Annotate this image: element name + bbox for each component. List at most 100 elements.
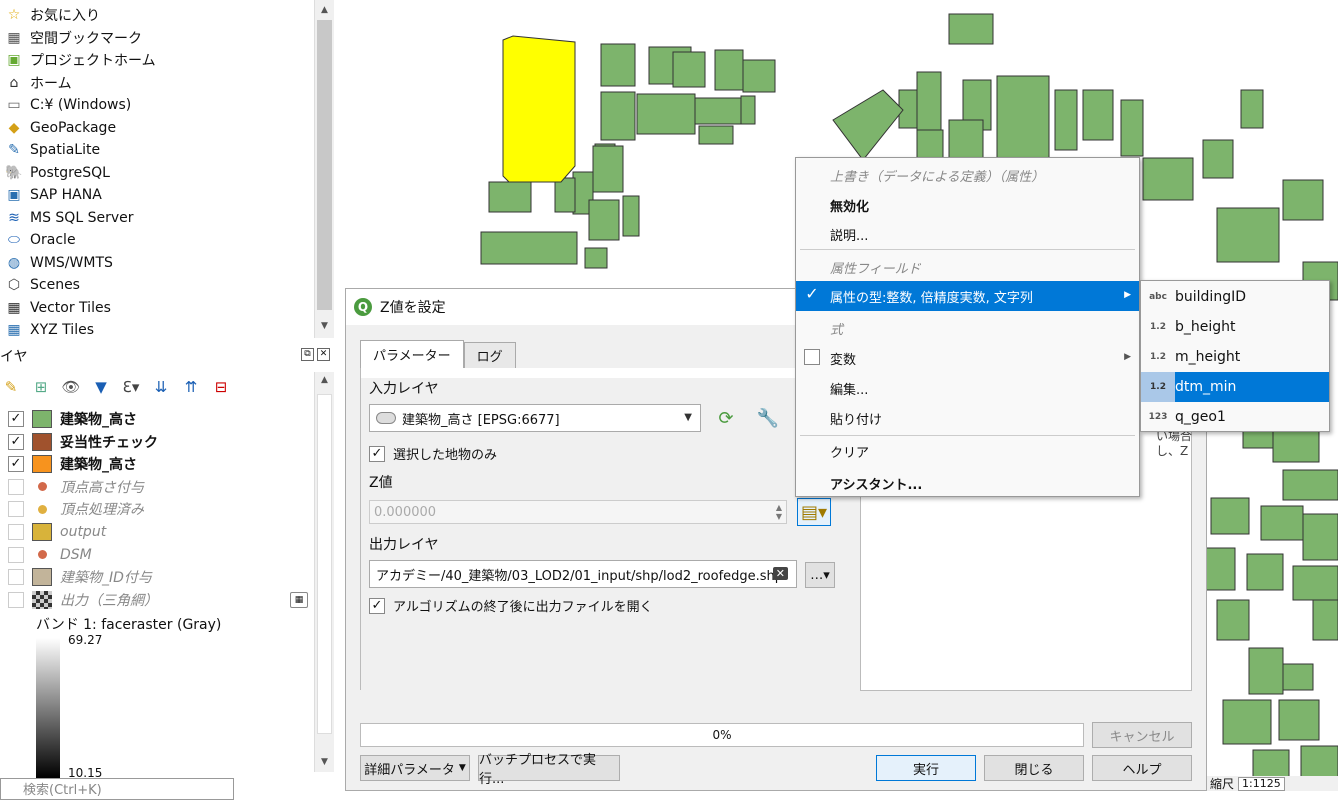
eye-icon[interactable]: 👁 <box>60 376 82 398</box>
layer-row[interactable]: 出力（三角網） <box>8 589 158 611</box>
layer-row[interactable]: ✓ 建築物_高さ <box>8 453 137 475</box>
browser-item[interactable]: ⬭ Oracle <box>4 229 76 251</box>
scroll-thumb[interactable] <box>317 394 332 734</box>
layer-row[interactable]: output <box>8 521 106 543</box>
menu-item-description[interactable]: 説明... <box>796 219 1139 249</box>
browse-button[interactable]: …▾ <box>805 562 835 588</box>
scroll-thumb[interactable] <box>317 20 332 310</box>
run-button[interactable]: 実行 <box>876 755 976 781</box>
browser-item[interactable]: ▣ SAP HANA <box>4 184 101 206</box>
batch-process-button[interactable]: バッチプロセスで実行... <box>478 753 620 787</box>
field-item[interactable]: 1.2 b_height <box>1141 312 1329 342</box>
spin-arrows-icon[interactable]: ▲ ▼ <box>776 503 782 521</box>
tab-log[interactable]: ログ <box>463 342 516 368</box>
scale-input[interactable]: 1:1125 <box>1238 776 1285 791</box>
scroll-down-arrow-icon[interactable]: ▼ <box>315 318 334 334</box>
remove-layer-icon[interactable]: ⊟ <box>210 376 232 398</box>
browser-item[interactable]: 🐘 PostgreSQL <box>4 162 110 184</box>
layer-visibility-checkbox[interactable]: ✓ <box>8 411 24 427</box>
field-item[interactable]: 1.2 dtm_min <box>1141 372 1329 402</box>
open-output-row[interactable]: ✓ アルゴリズムの終了後に出力ファイルを開く <box>369 596 653 615</box>
browser-scrollbar[interactable]: ▲ ▼ <box>314 0 334 338</box>
menu-item-assistant[interactable]: アシスタント... <box>796 468 1139 498</box>
locator-search-input[interactable]: 検索(Ctrl+K) <box>0 778 234 800</box>
browser-item[interactable]: ⌂ ホーム <box>4 72 72 94</box>
filter-icon[interactable]: ▼ <box>90 376 112 398</box>
menu-item-variable[interactable]: 変数 ▶ <box>796 343 1139 373</box>
collapse-all-icon[interactable]: ⇈ <box>180 376 202 398</box>
output-layer-input[interactable]: アカデミー/40_建築物/03_LOD2/01_input/shp/lod2_r… <box>369 560 797 588</box>
tab-parameters[interactable]: パラメーター <box>360 340 464 368</box>
style-pencil-icon[interactable]: ✎ <box>0 376 22 398</box>
browser-item[interactable]: ≋ MS SQL Server <box>4 207 133 229</box>
field-item[interactable]: abc buildingID <box>1141 282 1329 312</box>
open-output-checkbox[interactable]: ✓ <box>369 597 385 614</box>
building-polygon <box>1240 89 1264 129</box>
advanced-parameters-button[interactable]: 詳細パラメータ ▼ <box>360 755 470 781</box>
browser-item-label: 空間ブックマーク <box>30 30 142 47</box>
browser-item[interactable]: ▣ プロジェクトホーム <box>4 49 155 71</box>
selected-building-polygon <box>502 35 576 183</box>
layer-visibility-checkbox[interactable] <box>8 591 24 608</box>
layer-visibility-checkbox[interactable]: ✓ <box>8 433 24 450</box>
layer-row[interactable]: 頂点高さ付与 <box>8 476 144 498</box>
selected-only-row[interactable]: ✓ 選択した地物のみ <box>369 444 497 463</box>
layer-visibility-checkbox[interactable] <box>8 524 24 540</box>
scroll-up-arrow-icon[interactable]: ▲ <box>315 372 334 388</box>
browser-item[interactable]: ◍ WMS/WMTS <box>4 252 113 274</box>
layer-visibility-checkbox[interactable] <box>8 478 24 495</box>
scroll-up-arrow-icon[interactable]: ▲ <box>315 2 334 18</box>
help-button[interactable]: ヘルプ <box>1092 755 1192 781</box>
close-panel-icon[interactable]: ✕ <box>317 348 330 361</box>
layer-row[interactable]: ✓ 建築物_高さ <box>8 408 137 430</box>
add-group-icon[interactable]: ⊞ <box>30 376 52 398</box>
selected-only-checkbox[interactable]: ✓ <box>369 445 385 462</box>
browser-item[interactable]: ▦ 空間ブックマーク <box>4 27 142 49</box>
layers-scrollbar[interactable]: ▲ ▼ <box>314 372 334 772</box>
browser-item[interactable]: ◆ GeoPackage <box>4 117 116 139</box>
layer-visibility-checkbox[interactable] <box>8 501 24 518</box>
menu-item-paste[interactable]: 貼り付け <box>796 403 1139 433</box>
layer-row[interactable]: 建築物_ID付与 <box>8 566 152 588</box>
vector-tiles-icon: ▦ <box>7 299 21 316</box>
browser-item[interactable]: ▦ Vector Tiles <box>4 297 111 319</box>
layer-row[interactable]: DSM <box>8 544 92 566</box>
expand-all-icon[interactable]: ⇊ <box>150 376 172 398</box>
browser-item[interactable]: ☆ お気に入り <box>4 4 100 26</box>
layer-visibility-checkbox[interactable]: ✓ <box>8 456 24 473</box>
menu-item-edit[interactable]: 編集... <box>796 373 1139 403</box>
data-defined-override-icon[interactable]: ▤▾ <box>797 498 831 526</box>
float-panel-icon[interactable]: ⧉ <box>301 348 314 361</box>
field-item[interactable]: 1.2 m_height <box>1141 342 1329 372</box>
field-type-icon: abc <box>1149 292 1167 302</box>
building-polygon <box>916 71 942 131</box>
browser-item[interactable]: ⬡ Scenes <box>4 274 80 296</box>
variable-checkbox[interactable] <box>804 349 820 365</box>
layer-visibility-checkbox[interactable] <box>8 569 24 586</box>
raster-properties-icon[interactable]: ▦ <box>290 592 308 608</box>
layer-row[interactable]: 頂点処理済み <box>8 498 144 520</box>
menu-item-disable[interactable]: 無効化 <box>796 190 1139 220</box>
browser-item[interactable]: ▭ C:¥ (Windows) <box>4 94 131 116</box>
cancel-button[interactable]: キャンセル <box>1092 722 1192 748</box>
wrench-icon[interactable]: 🔧 <box>753 404 783 432</box>
polygon-symbol-icon <box>32 432 52 451</box>
geopackage-icon: ◆ <box>8 119 20 136</box>
input-layer-combo[interactable]: 建築物_高さ [EPSG:6677] ▼ <box>369 404 701 432</box>
browser-item[interactable]: ▦ XYZ Tiles <box>4 319 94 341</box>
menu-item-clear[interactable]: クリア <box>796 436 1139 466</box>
field-item[interactable]: 123 q_geo1 <box>1141 402 1329 432</box>
raster-symbol-icon <box>32 590 52 609</box>
layer-name: 建築物_ID付与 <box>60 570 152 587</box>
iterate-icon[interactable]: ⟳ <box>711 404 741 432</box>
clear-input-icon[interactable]: ✕ <box>772 567 788 580</box>
browser-item[interactable]: ✎ SpatiaLite <box>4 139 100 161</box>
close-button[interactable]: 閉じる <box>984 755 1084 781</box>
browser-item-label: MS SQL Server <box>30 209 134 226</box>
z-value-spinbox[interactable]: 0.000000 ▲ ▼ <box>369 500 787 524</box>
scroll-down-arrow-icon[interactable]: ▼ <box>315 754 334 770</box>
layer-visibility-checkbox[interactable] <box>8 546 24 563</box>
expression-filter-icon[interactable]: ℇ▾ <box>120 376 142 398</box>
layer-row[interactable]: ✓ 妥当性チェック <box>8 431 158 453</box>
menu-item-attribute-type[interactable]: ✓ 属性の型:整数, 倍精度実数, 文字列 ▶ <box>796 281 1139 311</box>
